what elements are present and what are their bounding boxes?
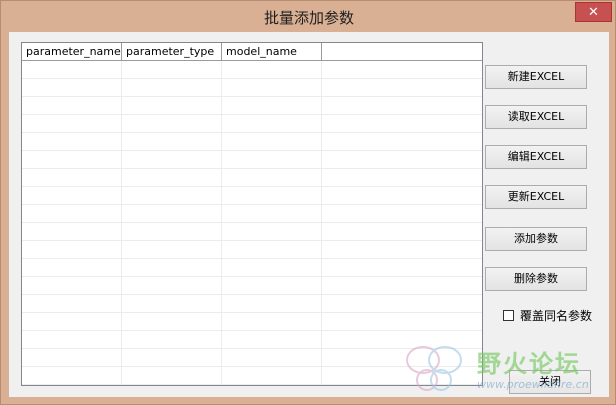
close-button[interactable]: 关闭: [509, 370, 591, 394]
dialog-client-area: parameter_name parameter_type model_name…: [9, 32, 609, 397]
update-excel-button[interactable]: 更新EXCEL: [485, 185, 587, 209]
parameter-list[interactable]: parameter_name parameter_type model_name: [21, 42, 483, 386]
close-icon: ✕: [588, 4, 599, 20]
column-header-parameter-type[interactable]: parameter_type: [122, 43, 222, 61]
column-header-parameter-name[interactable]: parameter_name: [22, 43, 122, 61]
new-excel-button[interactable]: 新建EXCEL: [485, 65, 587, 89]
dialog-window: 批量添加参数 ✕ parameter_name parameter_type m…: [0, 0, 616, 405]
list-header: parameter_name parameter_type model_name: [22, 43, 482, 61]
overwrite-option[interactable]: 覆盖同名参数: [503, 307, 592, 324]
add-params-button[interactable]: 添加参数: [485, 227, 587, 251]
edit-excel-button[interactable]: 编辑EXCEL: [485, 145, 587, 169]
overwrite-label: 覆盖同名参数: [520, 309, 593, 323]
read-excel-button[interactable]: 读取EXCEL: [485, 105, 587, 129]
window-title: 批量添加参数: [263, 9, 354, 27]
delete-params-button[interactable]: 删除参数: [485, 267, 587, 291]
column-header-filler: [322, 43, 482, 61]
list-body[interactable]: [22, 61, 482, 385]
column-header-model-name[interactable]: model_name: [222, 43, 322, 61]
overwrite-checkbox[interactable]: [503, 310, 514, 321]
window-close-button[interactable]: ✕: [575, 2, 612, 22]
